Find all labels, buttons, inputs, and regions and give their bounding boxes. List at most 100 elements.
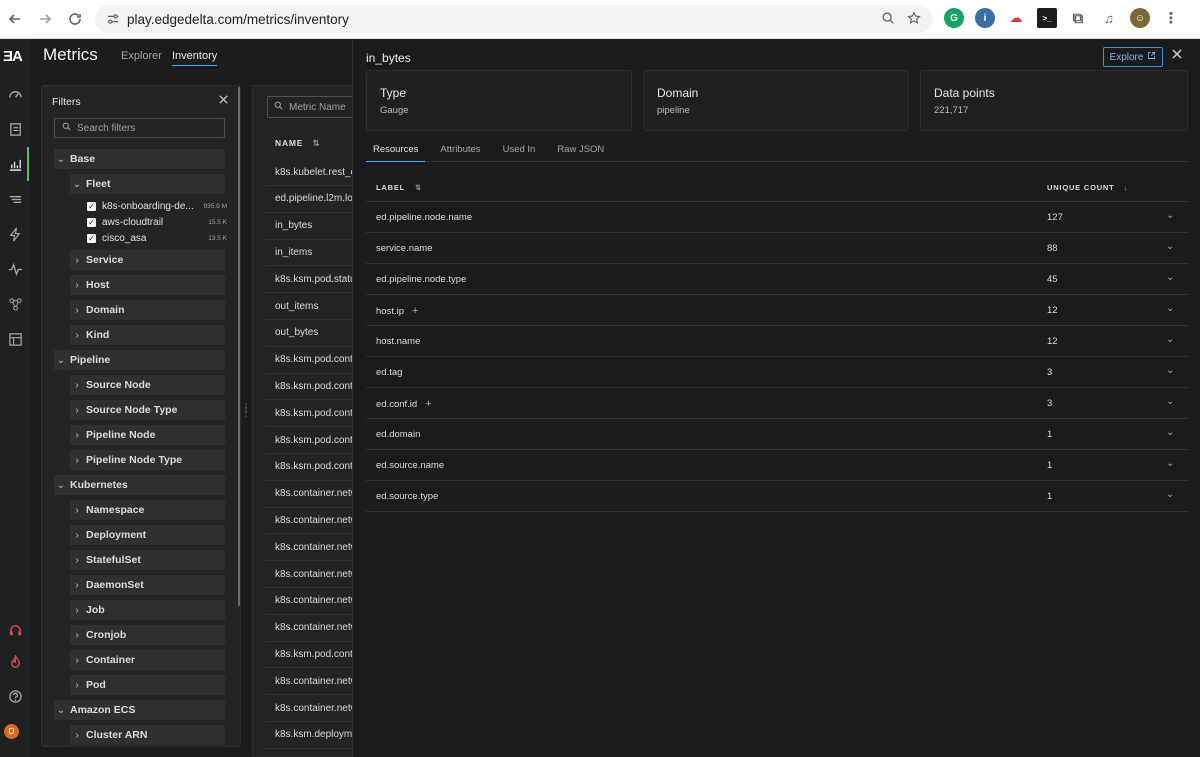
metric-list-item[interactable]: k8s.container.netw [265, 534, 361, 562]
unique-count-column-header[interactable]: UNIQUE COUNT ↓ [1047, 183, 1128, 192]
metric-list-item[interactable]: out_bytes [265, 320, 361, 347]
metrics-chart-icon[interactable] [5, 154, 25, 174]
metric-list-item[interactable]: k8s.container.netw [265, 695, 361, 722]
user-avatar[interactable]: D [4, 724, 19, 739]
filter-search-input[interactable]: Search filters [54, 118, 225, 138]
filter-group-cronjob[interactable]: › Cronjob [70, 625, 225, 645]
metric-list-item[interactable]: k8s.ksm.pod.conta [265, 427, 361, 454]
filter-group-pod[interactable]: › Pod [70, 675, 225, 695]
nodes-graph-icon[interactable] [5, 294, 25, 314]
expand-row-chevron-icon[interactable]: ⌄ [1166, 241, 1174, 252]
metric-list-item[interactable]: k8s.container.netw [265, 561, 361, 588]
filter-group-deployment[interactable]: › Deployment [70, 525, 225, 545]
resource-row[interactable]: ed.source.type 1 ⌄ [366, 481, 1188, 512]
filter-group-amazon-ecs[interactable]: ⌄ Amazon ECS [54, 700, 225, 720]
checkbox-checked[interactable]: ✓ [87, 217, 96, 227]
metric-list-item[interactable]: k8s.container.netw [265, 481, 361, 508]
name-column-header[interactable]: NAME ⇅ [275, 138, 320, 149]
fleet-item[interactable]: ✓ cisco_asa 13.5 K [87, 231, 227, 245]
fleet-item[interactable]: ✓ k8s-onboarding-de... 935.9 M [87, 199, 227, 213]
filter-group-domain[interactable]: › Domain [70, 300, 225, 320]
back-arrow-icon[interactable] [0, 4, 30, 34]
browser-menu-icon[interactable]: ⋮ [1161, 8, 1181, 28]
filter-group-service[interactable]: › Service [70, 250, 225, 270]
resource-row[interactable]: ed.pipeline.node.type 45 ⌄ [366, 264, 1188, 295]
filter-group-job[interactable]: › Job [70, 600, 225, 620]
expand-row-chevron-icon[interactable]: ⌄ [1166, 427, 1174, 438]
edgedelta-logo[interactable]: ƎA [3, 48, 23, 65]
media-control-icon[interactable]: ♫ [1099, 8, 1119, 28]
metric-list-item[interactable]: k8s.ksm.pod.conta [265, 454, 361, 481]
tab-explorer[interactable]: Explorer [121, 50, 162, 62]
expand-row-chevron-icon[interactable]: ⌄ [1166, 303, 1174, 314]
url-text[interactable]: play.edgedelta.com/metrics/inventory [127, 12, 881, 27]
filter-group-namespace[interactable]: › Namespace [70, 500, 225, 520]
resource-row[interactable]: ed.tag 3 ⌄ [366, 357, 1188, 388]
resource-row[interactable]: ed.conf.id +3 ⌄ [366, 388, 1188, 419]
filter-group-source-node[interactable]: › Source Node [70, 375, 225, 395]
metric-list-item[interactable]: k8s.container.netw [265, 507, 361, 535]
metric-list-item[interactable]: k8s.ksm.pod.conta [265, 641, 361, 669]
label-column-header[interactable]: LABEL ⇅ [376, 183, 422, 192]
expand-row-chevron-icon[interactable]: ⌄ [1166, 458, 1174, 469]
dashboard-gauge-icon[interactable] [5, 84, 25, 104]
metric-list-item[interactable]: out_items [265, 293, 361, 320]
help-icon[interactable] [5, 686, 25, 706]
filter-group-cluster-arn[interactable]: › Cluster ARN [70, 725, 225, 745]
tab-resources[interactable]: Resources [366, 140, 426, 162]
expand-row-chevron-icon[interactable]: ⌄ [1166, 489, 1174, 500]
metric-list-item[interactable]: k8s.ksm.pod.conta [265, 347, 361, 374]
close-drawer-icon[interactable] [1171, 48, 1183, 63]
bolt-icon[interactable] [5, 224, 25, 244]
metric-list-item[interactable]: k8s.ksm.pod.conta [265, 400, 361, 428]
filter-group-source-node-type[interactable]: › Source Node Type [70, 400, 225, 420]
resource-row[interactable]: ed.domain 1 ⌄ [366, 419, 1188, 450]
forward-arrow-icon[interactable] [30, 4, 60, 34]
metric-list-item[interactable]: k8s.ksm.pod.conta [265, 373, 361, 401]
grammarly-icon[interactable]: G [944, 8, 964, 28]
panel-resize-handle[interactable]: ⁞ ⁞ ⁞ [244, 403, 248, 425]
filter-group-kubernetes[interactable]: ⌄ Kubernetes [54, 475, 225, 495]
resource-row[interactable]: ed.pipeline.node.name 127 ⌄ [366, 202, 1188, 233]
filter-group-pipeline[interactable]: ⌄ Pipeline [54, 350, 225, 370]
metric-list-item[interactable]: ed.pipeline.l2m.log [265, 186, 361, 213]
expand-row-chevron-icon[interactable]: ⌄ [1166, 210, 1174, 221]
metric-list-item[interactable]: k8s.ksm.deployme [265, 722, 361, 749]
inventory-table-icon[interactable] [5, 329, 25, 349]
tab-attributes[interactable]: Attributes [433, 140, 487, 161]
expand-row-chevron-icon[interactable]: ⌄ [1166, 334, 1174, 345]
checkbox-checked[interactable]: ✓ [87, 201, 96, 211]
cloud-extension-icon[interactable]: ☁ [1006, 8, 1026, 28]
filter-group-statefulset[interactable]: › StatefulSet [70, 550, 225, 570]
support-headset-icon[interactable] [5, 620, 25, 640]
resource-row[interactable]: ed.source.name 1 ⌄ [366, 450, 1188, 481]
logs-book-icon[interactable] [5, 119, 25, 139]
tab-used-in[interactable]: Used In [496, 140, 543, 161]
site-settings-icon[interactable] [99, 12, 127, 26]
extensions-puzzle-icon[interactable]: ⧉ [1068, 8, 1088, 28]
terminal-extension-icon[interactable]: >_ [1037, 8, 1057, 28]
sort-icon[interactable]: ⇅ [415, 183, 422, 192]
filter-group-pipeline-node-type[interactable]: › Pipeline Node Type [70, 450, 225, 470]
sort-icon[interactable]: ⇅ [312, 138, 320, 148]
checkbox-checked[interactable]: ✓ [87, 233, 96, 243]
metric-list-item[interactable]: k8s.ksm.pod.status [265, 266, 361, 294]
explore-button[interactable]: Explore [1103, 47, 1163, 67]
pulse-icon[interactable] [5, 259, 25, 279]
filter-group-host[interactable]: › Host [70, 275, 225, 295]
flame-icon[interactable] [5, 652, 25, 672]
metric-list-item[interactable]: k8s.container.netw [265, 588, 361, 615]
close-filters-icon[interactable] [218, 94, 229, 108]
resource-row[interactable]: host.name 12 ⌄ [366, 326, 1188, 357]
metric-list-item[interactable]: k8s.container.netw [265, 615, 361, 642]
fleet-item[interactable]: ✓ aws-cloudtrail 15.5 K [87, 215, 227, 229]
filter-group-fleet[interactable]: ⌄ Fleet [70, 174, 225, 194]
filter-group-pipeline-node[interactable]: › Pipeline Node [70, 425, 225, 445]
metric-list-item[interactable]: k8s.container.netw [265, 668, 361, 696]
filter-group-container[interactable]: › Container [70, 650, 225, 670]
expand-row-chevron-icon[interactable]: ⌄ [1166, 365, 1174, 376]
metric-list-item[interactable]: k8s.kubelet.rest_cli [265, 159, 361, 186]
metric-list-item[interactable]: in_bytes [265, 213, 361, 240]
filter-group-daemonset[interactable]: › DaemonSet [70, 575, 225, 595]
filter-group-kind[interactable]: › Kind [70, 325, 225, 345]
